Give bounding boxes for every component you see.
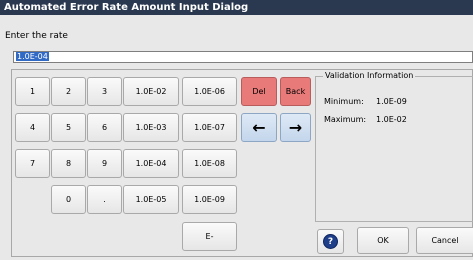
backspace-button[interactable]: Back: [280, 77, 311, 106]
validation-legend: Validation Information: [323, 71, 416, 80]
key-6[interactable]: 6: [87, 113, 122, 142]
cursor-left-button[interactable]: ←: [241, 113, 277, 142]
key-1e-07[interactable]: 1.0E-07: [182, 113, 237, 142]
key-2[interactable]: 2: [51, 77, 86, 106]
key-0[interactable]: 0: [51, 185, 86, 214]
cursor-right-button[interactable]: →: [280, 113, 311, 142]
rate-input-value: 1.0E-04: [16, 52, 49, 61]
minimum-label: Minimum:: [324, 97, 364, 106]
prompt-label: Enter the rate: [5, 31, 68, 41]
help-button[interactable]: ?: [317, 229, 344, 254]
arrow-right-icon: →: [288, 118, 303, 137]
arrow-left-icon: ←: [252, 118, 266, 137]
key-1e-08[interactable]: 1.0E-08: [182, 149, 237, 178]
key-3[interactable]: 3: [87, 77, 122, 106]
key-1[interactable]: 1: [15, 77, 50, 106]
minimum-value: 1.0E-09: [376, 97, 407, 106]
cancel-button[interactable]: Cancel: [416, 227, 473, 254]
key-5[interactable]: 5: [51, 113, 86, 142]
key-1e-03[interactable]: 1.0E-03: [123, 113, 179, 142]
key-e-minus[interactable]: E-: [182, 222, 237, 251]
ok-button[interactable]: OK: [357, 227, 409, 254]
validation-group: Validation Information Minimum: 1.0E-09 …: [315, 71, 473, 222]
key-4[interactable]: 4: [15, 113, 50, 142]
key-1e-09[interactable]: 1.0E-09: [182, 185, 237, 214]
key-1e-02[interactable]: 1.0E-02: [123, 77, 179, 106]
key-1e-05[interactable]: 1.0E-05: [123, 185, 179, 214]
maximum-value: 1.0E-02: [376, 115, 407, 124]
key-7[interactable]: 7: [15, 149, 50, 178]
maximum-label: Maximum:: [324, 115, 367, 124]
delete-button[interactable]: Del: [241, 77, 277, 106]
window-title: Automated Error Rate Amount Input Dialog: [0, 0, 473, 15]
help-icon: ?: [323, 234, 338, 249]
key-decimal[interactable]: .: [87, 185, 122, 214]
key-1e-04[interactable]: 1.0E-04: [123, 149, 179, 178]
key-1e-06[interactable]: 1.0E-06: [182, 77, 237, 106]
key-8[interactable]: 8: [51, 149, 86, 178]
rate-input[interactable]: 1.0E-04: [13, 51, 473, 63]
key-9[interactable]: 9: [87, 149, 122, 178]
